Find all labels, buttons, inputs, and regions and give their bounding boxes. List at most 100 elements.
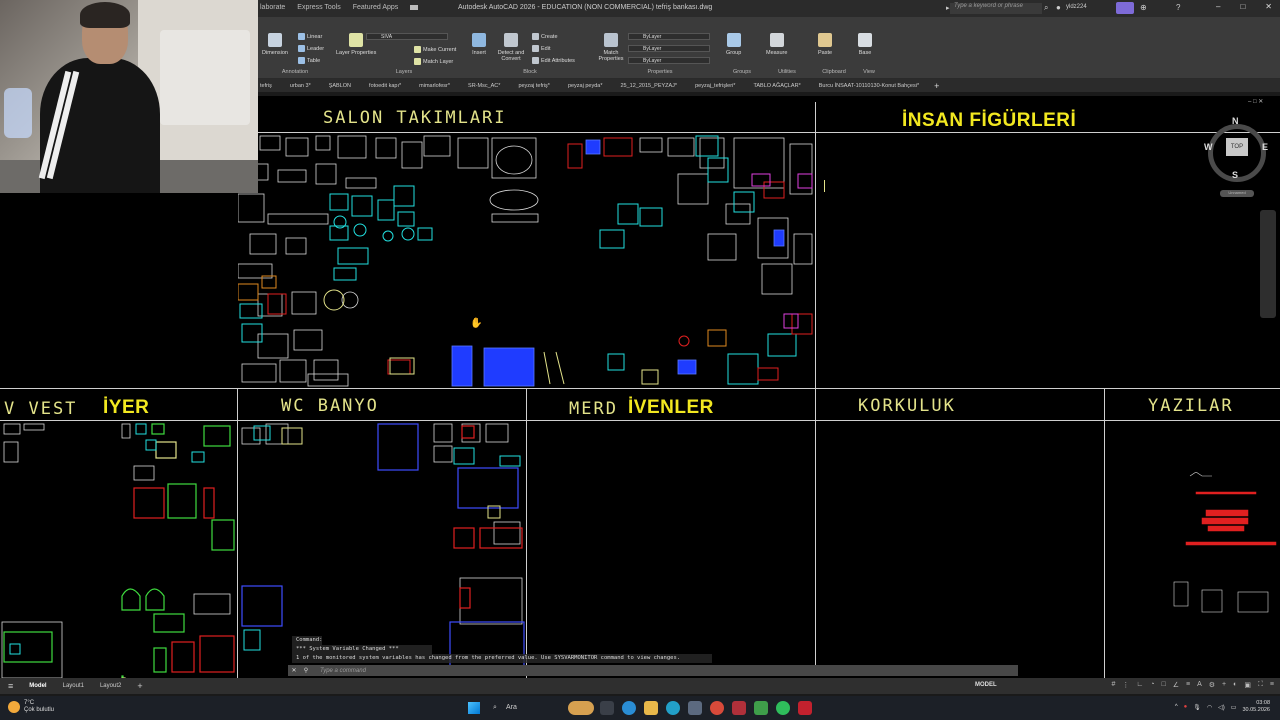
layer-dropdown[interactable]: SIVA (366, 33, 448, 40)
base-button[interactable]: Base (858, 33, 872, 56)
vestiyer-blocks[interactable] (0, 422, 237, 678)
create-block-button[interactable]: Create (532, 33, 558, 40)
edge-icon[interactable] (622, 701, 636, 715)
groups-group-label[interactable]: Groups (724, 69, 760, 75)
navigation-bar[interactable] (1260, 210, 1276, 318)
customize-status-icon[interactable]: ≡ (1270, 681, 1274, 689)
file-tab[interactable]: urban 3* (281, 83, 320, 89)
dimension-button[interactable]: Dimension (262, 33, 288, 56)
paste-button[interactable]: Paste (818, 33, 832, 56)
ribbon-options-icon[interactable] (410, 5, 419, 10)
grid-icon[interactable]: # (1111, 681, 1115, 689)
color-dropdown[interactable]: ByLayer (628, 33, 710, 40)
file-tab[interactable]: tefriş (258, 83, 281, 89)
fullscreen-icon[interactable]: ⛶ (1258, 681, 1263, 689)
linear-button[interactable]: Linear (298, 33, 322, 40)
compass-east[interactable]: E (1262, 142, 1268, 152)
file-tab[interactable]: 25_12_2015_PEYZAJ* (612, 83, 687, 89)
plus-icon[interactable]: + (1222, 681, 1226, 689)
viewcube-top-face[interactable]: TOP (1226, 138, 1248, 156)
app-green-icon[interactable] (754, 701, 768, 715)
annotation-scale-icon[interactable]: A (1197, 681, 1202, 689)
workspace-gear-icon[interactable]: ⚙ (1209, 681, 1215, 689)
store-icon[interactable] (688, 701, 702, 715)
viewcube[interactable]: TOP N S W E Unnamed (1200, 116, 1274, 197)
clipboard-group-label[interactable]: Clipboard (814, 69, 854, 75)
file-tab[interactable]: peyzaj tefriş* (509, 83, 559, 89)
file-tab[interactable]: mimarlofesr* (410, 83, 459, 89)
properties-group-label[interactable]: Properties (594, 69, 726, 75)
file-tab[interactable]: peyzaj peyda* (559, 83, 612, 89)
utilities-group-label[interactable]: Utilities (762, 69, 812, 75)
new-tab-plus-icon[interactable]: + (928, 81, 945, 91)
close-icon[interactable]: ✕ (1265, 2, 1272, 11)
help-icon[interactable]: ? (1176, 3, 1180, 12)
snap-icon[interactable]: ⋮ (1122, 681, 1129, 689)
file-tab[interactable]: SR-Msc_AC* (459, 83, 509, 89)
autocad-app-icon[interactable] (798, 701, 812, 715)
tray-chevron-icon[interactable]: ^ (1175, 704, 1178, 710)
salon-furniture-blocks[interactable] (237, 134, 815, 388)
taskbar-search[interactable]: ⌕ Ara (490, 701, 570, 715)
autocad-taskbar-icon[interactable] (732, 701, 746, 715)
model-space-toggle[interactable]: MODEL (975, 682, 997, 688)
match-layer-button[interactable]: Match Layer (414, 58, 453, 65)
otrack-icon[interactable]: ∠ (1173, 681, 1179, 689)
compass-west[interactable]: W (1204, 142, 1213, 152)
table-button[interactable]: Table (298, 57, 320, 64)
share-arrow-icon[interactable]: ▸ (946, 4, 950, 12)
tab-model[interactable]: Model (21, 678, 54, 694)
layers-group-label[interactable]: Layers (334, 69, 474, 75)
windows-start-icon[interactable] (468, 702, 480, 714)
file-tab[interactable]: fotoedit kapı* (360, 83, 410, 89)
measure-button[interactable]: Measure (766, 33, 787, 56)
tray-red-icon[interactable]: ● (1184, 704, 1188, 710)
file-tab[interactable]: peyzaj_tefrişleri* (686, 83, 744, 89)
lineweight-dropdown[interactable]: ByLayer (628, 57, 710, 64)
search-icon[interactable]: ⌕ (1044, 3, 1048, 13)
maximize-icon[interactable]: □ (1240, 2, 1245, 11)
match-properties-button[interactable]: Match Properties (596, 33, 626, 62)
battery-icon[interactable]: ▭ (1231, 704, 1237, 711)
whatsapp-icon[interactable] (776, 701, 790, 715)
cart-icon[interactable]: ⊕ (1140, 3, 1147, 12)
taskbar-clock[interactable]: 03:08 30.05.2026 (1242, 700, 1270, 714)
mic-icon[interactable]: 🎙 (1193, 704, 1201, 711)
make-current-button[interactable]: Make Current (414, 46, 456, 53)
viewport-controls[interactable]: – □ ✕ (1248, 98, 1263, 105)
polar-icon[interactable]: ◔ (1150, 681, 1154, 689)
tab-featured-apps[interactable]: Featured Apps (353, 4, 399, 11)
file-explorer-icon[interactable] (644, 701, 658, 715)
wcs-menu[interactable]: Unnamed (1220, 190, 1254, 197)
customize-icon[interactable]: ⚲ (300, 667, 312, 674)
insert-button[interactable]: Insert (472, 33, 486, 56)
task-view-icon[interactable] (600, 701, 614, 715)
file-tab[interactable]: ŞABLON (320, 83, 360, 89)
user-icon[interactable]: ● (1056, 3, 1061, 12)
compass-north[interactable]: N (1232, 116, 1239, 126)
view-group-label[interactable]: View (854, 69, 884, 75)
detect-convert-button[interactable]: Detect and Convert (496, 33, 526, 62)
user-name[interactable]: yldz224 (1066, 4, 1087, 10)
edge-browser-icon[interactable] (666, 701, 680, 715)
tab-layout2[interactable]: Layout2 (92, 678, 129, 694)
file-tab[interactable]: TABLO AĞAÇLAR* (744, 83, 809, 89)
edit-block-button[interactable]: Edit (532, 45, 550, 52)
add-layout-icon[interactable]: + (129, 678, 150, 694)
file-tab[interactable]: Burcu İNSAAT-10110130-Konut Bahçesi* (810, 83, 928, 89)
wifi-icon[interactable]: ◠ (1207, 704, 1212, 711)
volume-icon[interactable]: ◁) (1218, 704, 1225, 711)
tab-collaborate[interactable]: laborate (260, 4, 285, 11)
isolate-icon[interactable]: ◐ (1233, 681, 1237, 689)
osnap-icon[interactable]: □ (1161, 681, 1165, 689)
tab-express-tools[interactable]: Express Tools (297, 4, 340, 11)
close-command-line-icon[interactable]: ✕ (288, 667, 300, 674)
search-highlight-icon[interactable] (568, 701, 594, 715)
autodesk-app-icon[interactable] (1116, 2, 1134, 14)
chrome-icon[interactable] (710, 701, 724, 715)
hardware-accel-icon[interactable]: ▣ (1244, 681, 1251, 689)
layouts-menu-icon[interactable]: ≡ (0, 678, 21, 694)
linetype-dropdown[interactable]: ByLayer (628, 45, 710, 52)
weather-widget[interactable]: 7°C Çok bulutlu (8, 700, 54, 714)
group-button[interactable]: Group (726, 33, 741, 56)
